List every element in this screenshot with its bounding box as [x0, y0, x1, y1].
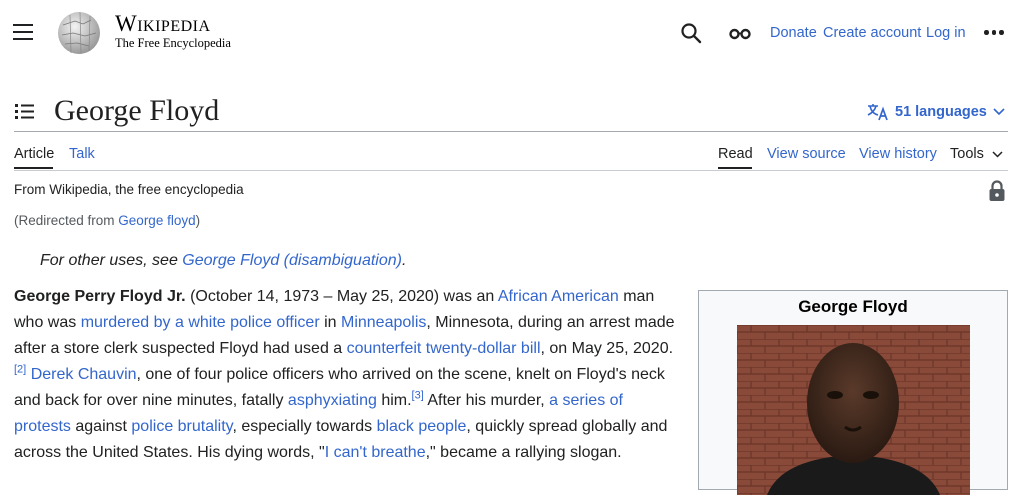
reference-link[interactable]: [2] [14, 364, 26, 376]
disambiguation-link[interactable]: George Floyd (disambiguation) [182, 252, 402, 269]
tab-read-active-indicator [718, 167, 752, 169]
lead-paragraph: George Perry Floyd Jr. (October 14, 1973… [14, 284, 682, 466]
lead-text: , especially towards [232, 418, 377, 435]
link-black-people[interactable]: black people [377, 418, 467, 435]
link-murder[interactable]: murdered by a white police officer [81, 314, 320, 331]
lead-text: ," became a rallying slogan. [425, 444, 622, 461]
tab-read[interactable]: Read [718, 146, 753, 162]
tab-article[interactable]: Article [14, 146, 54, 162]
lead-text: him. [376, 392, 412, 409]
tab-tools[interactable]: Tools [950, 146, 1003, 162]
tab-view-history[interactable]: View history [859, 146, 937, 162]
subject-name: George Perry Floyd Jr. [14, 288, 186, 305]
lead-text: After his murder, [423, 392, 550, 409]
tab-tools-label: Tools [950, 146, 984, 162]
redirect-note: (Redirected from George floyd) [14, 213, 200, 228]
lead-text: against [70, 418, 132, 435]
ellipsis-icon[interactable] [984, 30, 1004, 36]
redirect-source-link[interactable]: George floyd [118, 213, 195, 228]
table-of-contents-icon[interactable] [14, 101, 36, 121]
link-african-american[interactable]: African American [498, 288, 619, 305]
tab-article-active-indicator [14, 167, 53, 169]
link-i-cant-breathe[interactable]: I can't breathe [325, 444, 426, 461]
chevron-down-icon [992, 150, 1003, 158]
lock-icon[interactable] [988, 180, 1006, 202]
create-account-link[interactable]: Create account [823, 25, 921, 41]
language-button[interactable]: 51 languages [867, 100, 1005, 124]
page-title: George Floyd [54, 94, 220, 127]
wikipedia-globe-logo[interactable] [53, 9, 105, 57]
link-counterfeit-bill[interactable]: counterfeit twenty-dollar bill [347, 340, 541, 357]
lead-text: in [319, 314, 341, 331]
lead-text: , on May 25, 2020. [540, 340, 674, 357]
infobox: George Floyd [698, 290, 1008, 495]
chevron-down-icon [993, 108, 1005, 116]
link-police-brutality[interactable]: police brutality [131, 418, 232, 435]
language-count: 51 languages [895, 104, 987, 120]
donate-link[interactable]: Donate [770, 25, 817, 41]
tab-talk[interactable]: Talk [69, 146, 95, 162]
wikipedia-tagline: The Free Encyclopedia [115, 36, 231, 50]
link-derek-chauvin[interactable]: Derek Chauvin [31, 366, 137, 383]
lead-text: (October 14, 1973 – May 25, 2020) was an [185, 288, 498, 305]
wikipedia-wordmark[interactable]: Wikipedia [115, 12, 211, 35]
login-link[interactable]: Log in [926, 25, 966, 41]
title-divider [14, 131, 1008, 132]
search-icon[interactable] [680, 22, 702, 44]
reference-link[interactable]: [3] [412, 390, 424, 402]
site-subtitle: From Wikipedia, the free encyclopedia [14, 182, 244, 197]
infobox-portrait-image[interactable] [737, 325, 970, 495]
link-minneapolis[interactable]: Minneapolis [341, 314, 426, 331]
translate-icon [867, 104, 888, 121]
infobox-title: George Floyd [798, 297, 908, 316]
tab-view-source[interactable]: View source [767, 146, 846, 162]
hatnote: For other uses, see George Floyd (disamb… [40, 252, 406, 270]
link-asphyxiating[interactable]: asphyxiating [288, 392, 377, 409]
hatnote-prefix: For other uses, see [40, 252, 183, 269]
glasses-icon[interactable] [728, 22, 752, 44]
redirect-prefix: (Redirected from [14, 213, 119, 228]
redirect-suffix: ) [195, 213, 201, 228]
main-menu-button[interactable] [13, 24, 35, 42]
hatnote-suffix: . [401, 252, 407, 269]
tabs-divider [14, 170, 1008, 171]
